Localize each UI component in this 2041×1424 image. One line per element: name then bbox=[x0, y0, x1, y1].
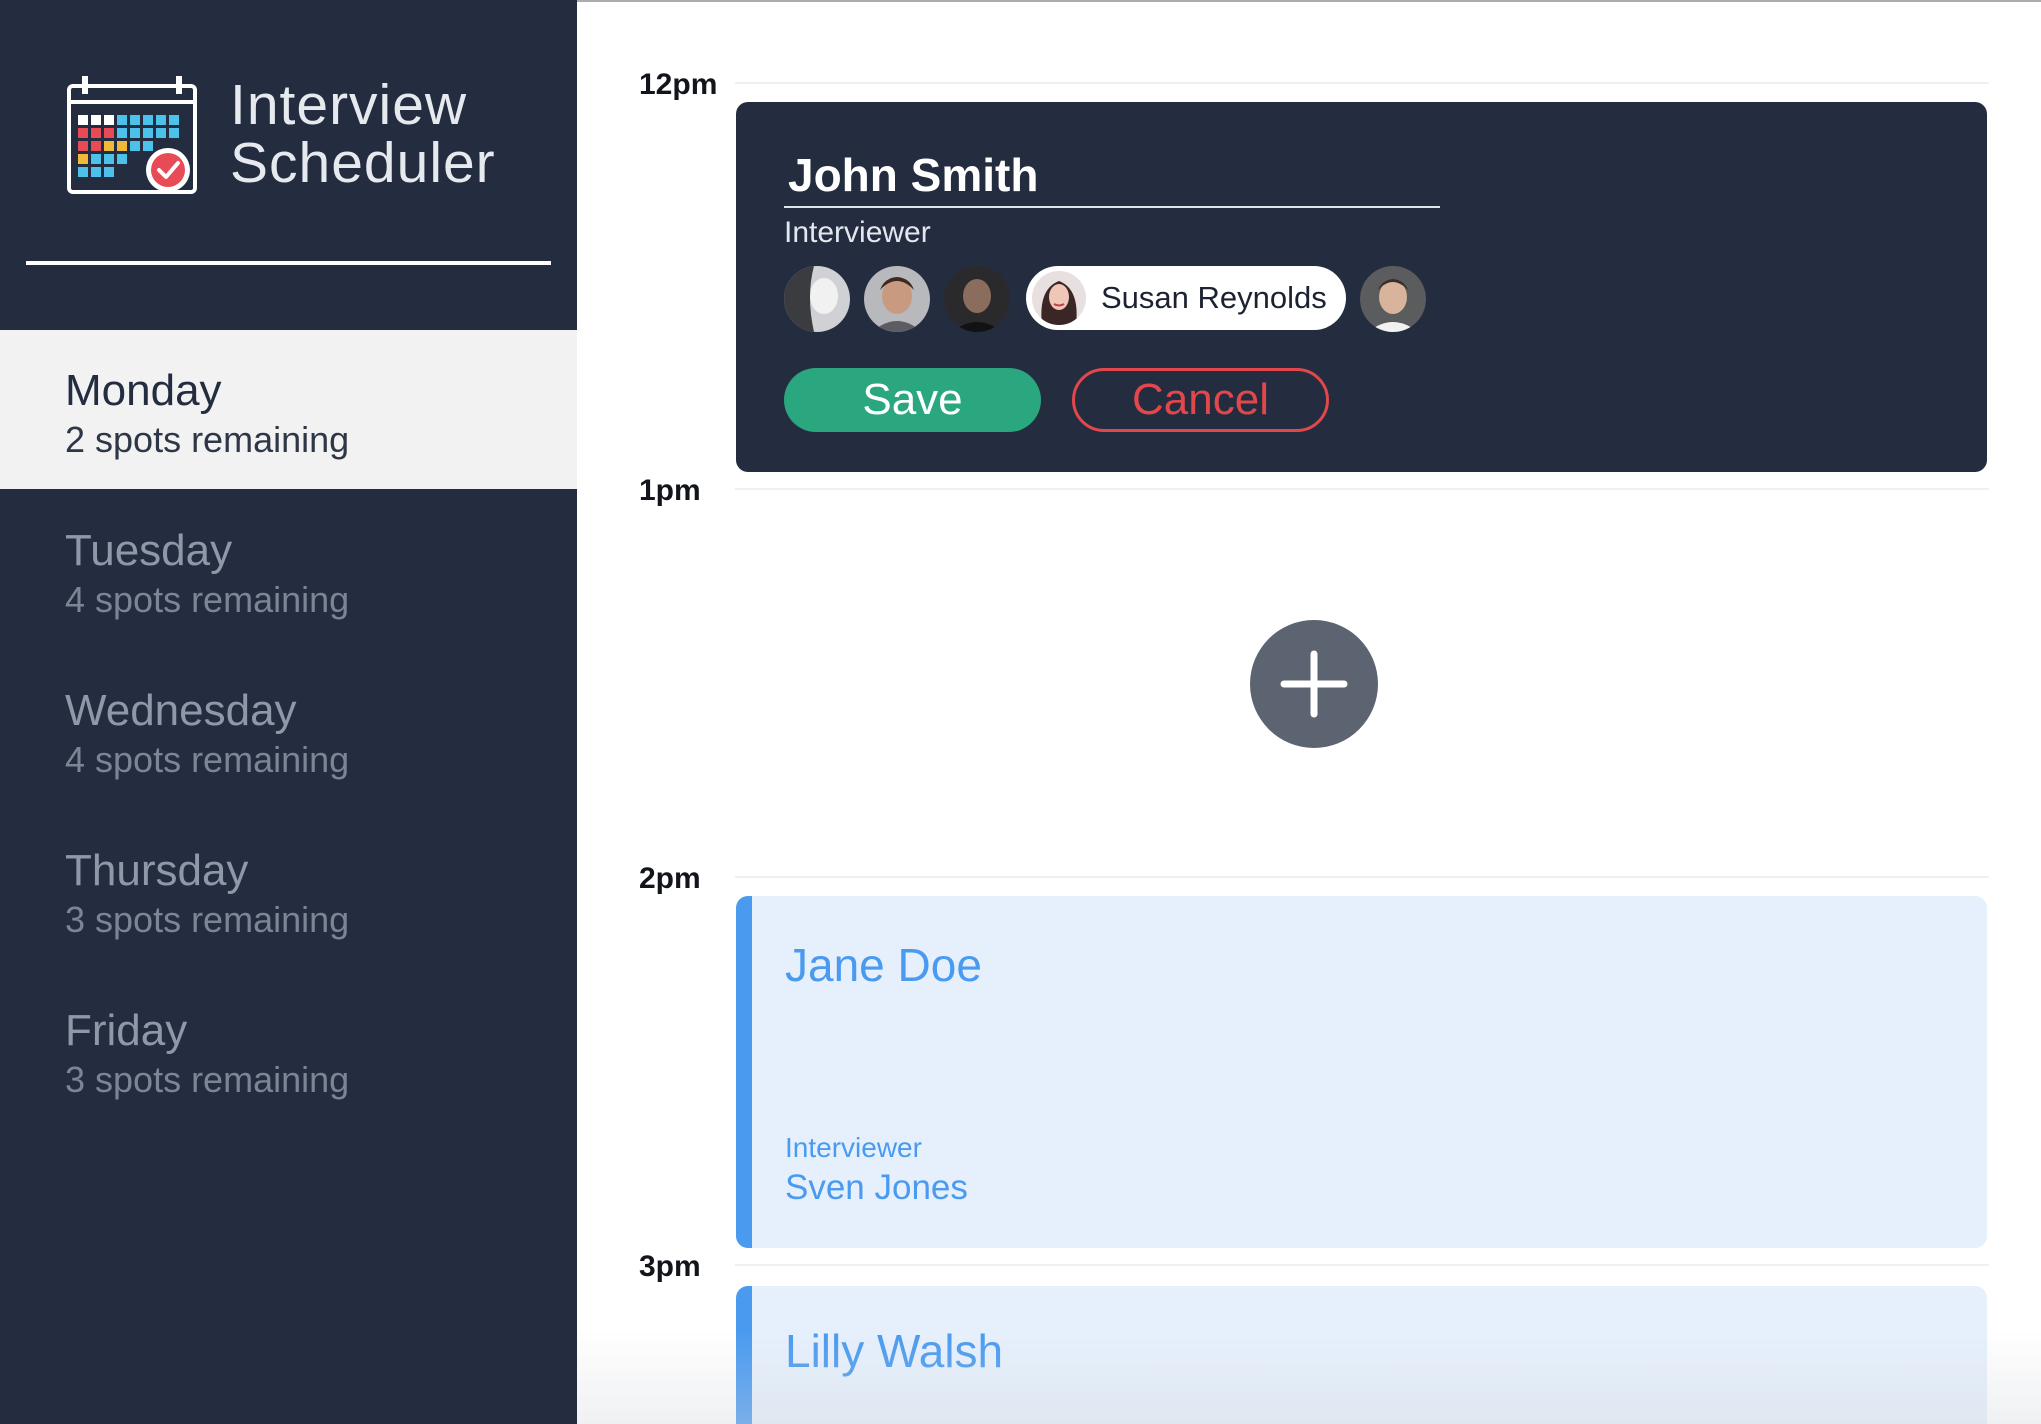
appointment-interviewer-name: Sven Jones bbox=[785, 1168, 968, 1207]
day-name: Wednesday bbox=[65, 686, 297, 735]
day-name: Thursday bbox=[65, 846, 249, 895]
appointment-student-name: Jane Doe bbox=[785, 939, 982, 991]
appointment-card[interactable]: Jane Doe Interviewer Sven Jones bbox=[736, 896, 1987, 1248]
interviewer-avatar[interactable] bbox=[944, 266, 1010, 332]
interviewer-section-label: Interviewer bbox=[784, 216, 931, 249]
avatar-photo-icon bbox=[944, 266, 1010, 332]
appointment-form: John Smith Interviewer Susan Reynolds Sa… bbox=[736, 102, 1987, 472]
day-spots-remaining: 4 spots remaining bbox=[65, 579, 350, 620]
appointment-student-name: Lilly Walsh bbox=[785, 1325, 1004, 1377]
interviewer-avatar[interactable] bbox=[784, 266, 850, 332]
day-name: Friday bbox=[65, 1006, 188, 1055]
hour-divider bbox=[735, 876, 1989, 878]
day-spots-remaining: 3 spots remaining bbox=[65, 1059, 350, 1100]
app-title: Interview Scheduler bbox=[230, 76, 496, 192]
avatar-photo-icon bbox=[1360, 266, 1426, 332]
plus-icon bbox=[1280, 650, 1348, 718]
day-name: Monday bbox=[65, 366, 222, 415]
day-spots-remaining: 3 spots remaining bbox=[65, 899, 350, 940]
cancel-button[interactable]: Cancel bbox=[1072, 368, 1329, 432]
calendar-check-icon bbox=[67, 76, 197, 194]
sidebar-divider bbox=[26, 261, 551, 265]
day-item-tuesday[interactable]: Tuesday 4 spots remaining bbox=[0, 490, 577, 649]
hour-divider bbox=[735, 82, 1989, 84]
avatar-photo-icon bbox=[1032, 271, 1086, 325]
save-button[interactable]: Save bbox=[784, 368, 1041, 432]
top-border bbox=[577, 0, 2041, 2]
add-appointment-button[interactable] bbox=[1250, 620, 1378, 748]
day-item-monday[interactable]: Monday 2 spots remaining bbox=[0, 330, 577, 489]
day-item-wednesday[interactable]: Wednesday 4 spots remaining bbox=[0, 650, 577, 809]
day-name: Tuesday bbox=[65, 526, 233, 575]
appointment-interviewer-label: Interviewer bbox=[785, 1132, 922, 1163]
interviewer-avatar[interactable] bbox=[864, 266, 930, 332]
app-title-line2: Scheduler bbox=[230, 131, 496, 195]
day-spots-remaining: 2 spots remaining bbox=[65, 419, 350, 460]
day-spots-remaining: 4 spots remaining bbox=[65, 739, 350, 780]
hour-divider bbox=[735, 1264, 1989, 1266]
hour-label: 12pm bbox=[639, 68, 718, 101]
avatar-photo-icon bbox=[864, 266, 930, 332]
interviewer-avatar[interactable] bbox=[1360, 266, 1426, 332]
hour-label: 3pm bbox=[639, 1250, 701, 1283]
hour-label: 2pm bbox=[639, 862, 701, 895]
appointment-card[interactable]: Lilly Walsh bbox=[736, 1286, 1987, 1424]
app-title-line1: Interview bbox=[230, 73, 468, 137]
sidebar: Interview Scheduler Monday 2 spots remai… bbox=[0, 0, 577, 1424]
day-item-thursday[interactable]: Thursday 3 spots remaining bbox=[0, 810, 577, 969]
day-item-friday[interactable]: Friday 3 spots remaining bbox=[0, 970, 577, 1129]
hour-divider bbox=[735, 488, 1989, 490]
student-name-input[interactable]: John Smith bbox=[784, 148, 1440, 208]
hour-label: 1pm bbox=[639, 474, 701, 507]
interviewer-avatar bbox=[1032, 271, 1086, 325]
schedule-panel: 12pm John Smith Interviewer Susan Reynol… bbox=[577, 0, 2041, 1424]
avatar-photo-icon bbox=[784, 266, 850, 332]
selected-interviewer-name: Susan Reynolds bbox=[1101, 280, 1327, 315]
interviewer-selected-chip[interactable]: Susan Reynolds bbox=[1026, 266, 1346, 330]
